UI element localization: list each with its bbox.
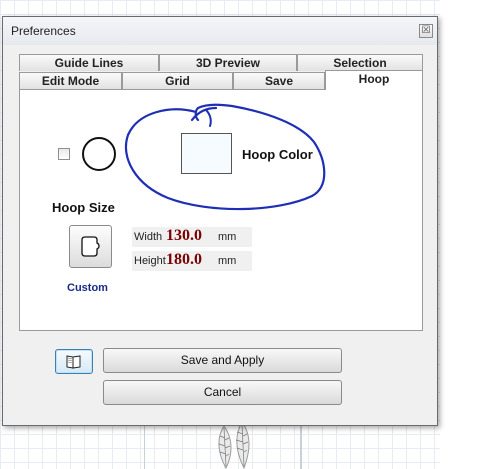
hoop-color-label: Hoop Color [242,147,313,162]
tab-selection[interactable]: Selection [297,54,423,71]
tab-guide-lines[interactable]: Guide Lines [19,54,159,71]
dialog-title: Preferences [11,24,76,38]
close-icon: ☒ [421,25,431,36]
canvas-divider [144,420,145,469]
canvas-divider [300,420,302,469]
width-field[interactable]: Width 130.0 mm [132,227,252,247]
width-unit: mm [218,231,237,243]
title-bar: Preferences ☒ [3,17,437,45]
width-value: 130.0 [166,227,202,244]
hoop-visible-checkbox[interactable] [58,148,70,160]
workspace-margin [440,0,496,469]
tab-edit-mode[interactable]: Edit Mode [19,72,122,89]
preferences-dialog: Preferences ☒ Guide Lines 3D Preview Sel… [2,16,438,426]
width-label: Width [134,231,163,243]
custom-hoop-button[interactable] [69,225,112,268]
tab-grid[interactable]: Grid [122,72,233,89]
save-and-apply-button[interactable]: Save and Apply [103,348,342,373]
help-button[interactable] [55,349,93,374]
book-icon [66,355,81,369]
close-button[interactable]: ☒ [419,24,433,38]
custom-label: Custom [67,282,108,294]
hoop-shape-icon [82,137,116,171]
hoop-settings-panel: Hoop Color Hoop Size Custom Width 130.0 … [19,89,423,331]
hoop-color-swatch[interactable] [181,133,232,174]
height-field[interactable]: Height 180.0 mm [132,251,252,271]
tab-hoop[interactable]: Hoop [325,70,423,90]
height-label: Height [134,255,166,267]
height-unit: mm [218,255,237,267]
hoop-size-label: Hoop Size [52,200,115,215]
tab-3d-preview[interactable]: 3D Preview [159,54,297,71]
height-value: 180.0 [166,251,202,268]
cancel-button[interactable]: Cancel [103,380,342,405]
tab-save[interactable]: Save [233,72,325,89]
hoop-outline-icon [81,236,100,257]
